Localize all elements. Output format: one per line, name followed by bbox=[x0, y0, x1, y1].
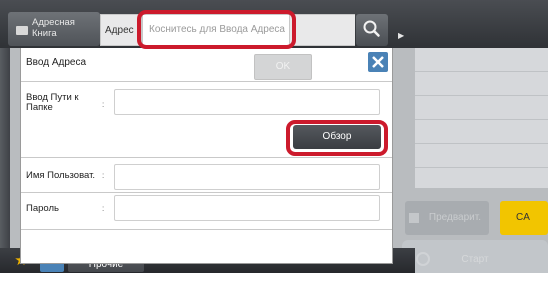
address-input-highlight bbox=[137, 10, 296, 49]
browse-button-highlight bbox=[286, 120, 388, 156]
username-input[interactable] bbox=[114, 164, 380, 190]
play-icon[interactable]: ▶ bbox=[398, 31, 408, 41]
address-book-icon bbox=[16, 26, 28, 35]
password-label: Пароль bbox=[26, 203, 59, 214]
address-entry-dialog: Ввод Адреса OK Ввод Пути к Папке : Обзор… bbox=[20, 48, 393, 264]
start-icon bbox=[416, 252, 430, 266]
folder-path-colon: : bbox=[102, 100, 105, 109]
password-colon: : bbox=[102, 204, 105, 213]
folder-path-label: Ввод Пути к Папке bbox=[26, 92, 79, 113]
address-bar-spacer bbox=[290, 14, 355, 46]
search-icon bbox=[363, 20, 380, 37]
divider bbox=[21, 192, 392, 193]
search-button[interactable] bbox=[356, 14, 388, 46]
password-input[interactable] bbox=[114, 195, 380, 221]
dialog-title: Ввод Адреса bbox=[26, 57, 87, 68]
preview-icon bbox=[409, 213, 419, 223]
divider bbox=[21, 157, 392, 158]
start-button[interactable]: Старт bbox=[402, 240, 548, 273]
folder-path-input[interactable] bbox=[114, 89, 380, 115]
ok-button[interactable]: OK bbox=[254, 54, 312, 80]
divider bbox=[21, 81, 392, 82]
address-label: Адрес bbox=[100, 14, 142, 46]
username-colon: : bbox=[102, 171, 105, 180]
preview-label: Предварит. bbox=[428, 212, 481, 223]
close-button[interactable] bbox=[368, 52, 388, 72]
username-label: Имя Пользоват. bbox=[26, 170, 96, 181]
address-book-button[interactable]: Адресная Книга bbox=[8, 12, 100, 46]
close-icon bbox=[372, 56, 384, 68]
address-book-label: Адресная Книга bbox=[32, 17, 75, 39]
start-label: Старт bbox=[461, 254, 489, 265]
left-edge-strip bbox=[0, 48, 10, 248]
preview-button[interactable]: Предварит. bbox=[405, 201, 489, 235]
ca-button[interactable]: CA bbox=[500, 201, 548, 235]
right-list-panel bbox=[415, 48, 548, 188]
screen: Адресная Книга Адрес Коснитесь для Ввода… bbox=[0, 0, 548, 273]
divider bbox=[21, 229, 392, 230]
